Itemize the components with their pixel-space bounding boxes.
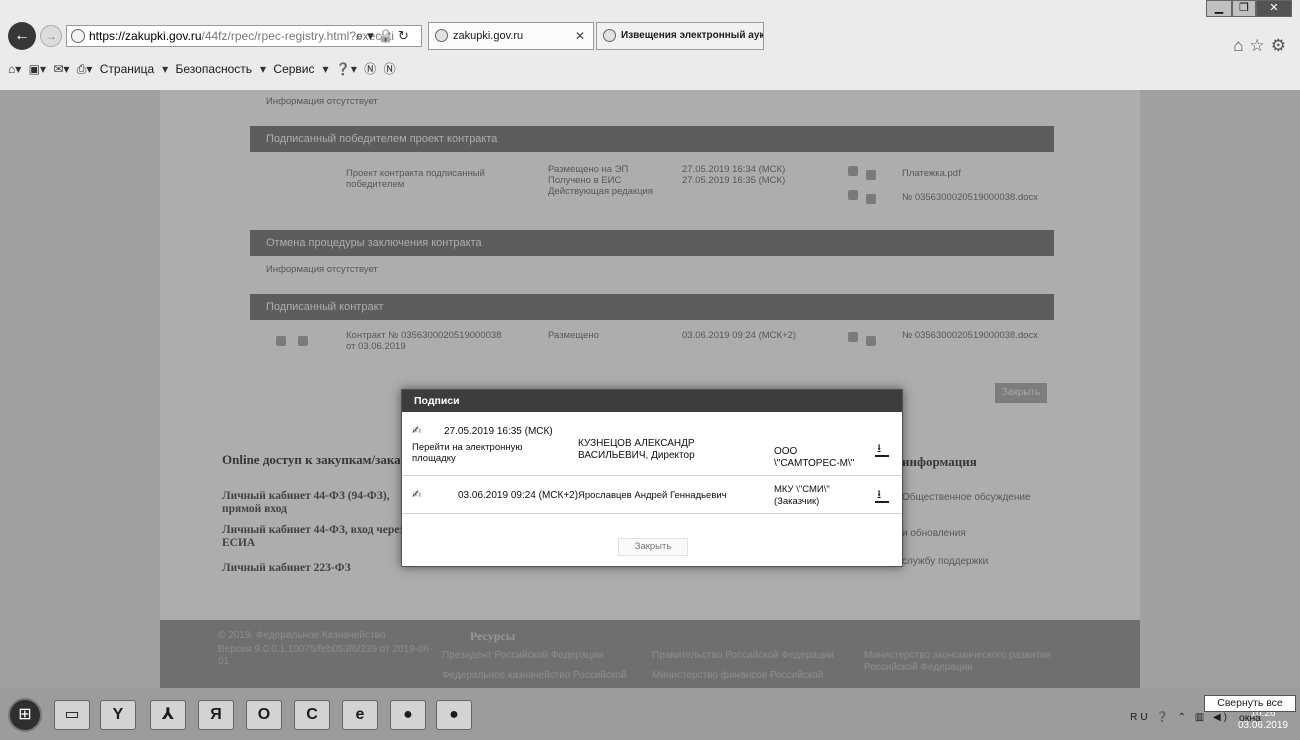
signatures-modal: Подписи ✍ 27.05.2019 16:35 (МСК) Перейти…: [401, 389, 903, 567]
network-icon[interactable]: ▥: [1195, 712, 1207, 723]
signature-row: ✍ 27.05.2019 16:35 (МСК) Перейти на элек…: [402, 412, 902, 476]
volume-icon[interactable]: ◀): [1213, 712, 1230, 723]
chevron-down-icon: ▾: [260, 62, 267, 76]
menu-security[interactable]: Безопасность: [176, 56, 253, 82]
tab-notices[interactable]: Извещения электронный аукцион: [596, 22, 764, 50]
signature-row: ✍ 03.06.2019 09:24 (МСК+2) Ярославцев Ан…: [402, 476, 902, 514]
home-icon[interactable]: ⌂▾: [8, 56, 21, 82]
window-controls: ▁ ❐ ✕: [1206, 0, 1294, 20]
system-tray: RU ❓ ⌃ ▥ ◀): [1130, 712, 1230, 723]
marketplace-link[interactable]: Перейти на электронную площадку: [412, 442, 532, 464]
minimize-button[interactable]: ▁: [1206, 0, 1232, 17]
tab-label: zakupki.gov.ru: [453, 30, 524, 42]
modal-title: Подписи: [402, 390, 902, 412]
chevron-down-icon: ▾: [322, 62, 329, 76]
back-button[interactable]: ←: [8, 22, 36, 50]
internet-explorer-icon[interactable]: e: [342, 700, 378, 730]
search-icon[interactable]: ⌕: [356, 28, 367, 43]
language-indicator[interactable]: RU: [1130, 712, 1150, 723]
app-icon[interactable]: ●: [390, 700, 426, 730]
signature-datetime: 27.05.2019 16:35 (МСК): [444, 426, 553, 437]
signer-name: Ярославцев Андрей Геннадьевич: [578, 490, 727, 501]
app-icon[interactable]: C: [294, 700, 330, 730]
app-icon[interactable]: ●: [436, 700, 472, 730]
browser-right-icons: ⌂☆⚙: [1233, 36, 1292, 56]
tab-favicon-icon: [603, 29, 616, 42]
signer-org: МКУ \"СМИ\" (Заказчик): [774, 484, 830, 507]
menu-page[interactable]: Страница: [100, 56, 154, 82]
explorer-icon[interactable]: ▭: [54, 700, 90, 730]
url-host: https://zakupki.gov.ru: [89, 29, 202, 43]
onenote-icon[interactable]: Ⓝ: [364, 56, 376, 82]
site-favicon-icon: [71, 29, 85, 43]
signature-datetime: 03.06.2019 09:24 (МСК+2): [458, 490, 579, 501]
browser-chrome: ← → https://zakupki.gov.ru/44fz/rpec/rpe…: [0, 0, 1300, 90]
rss-icon[interactable]: ▣▾: [29, 56, 46, 82]
tab-favicon-icon: [435, 29, 448, 42]
maximize-button[interactable]: ❐: [1232, 0, 1256, 17]
title-bar: ← → https://zakupki.gov.ru/44fz/rpec/rpe…: [0, 18, 1300, 52]
download-icon[interactable]: ⭳: [875, 442, 889, 458]
acrobat-icon[interactable]: ⅄: [150, 700, 186, 730]
yandex-browser-icon[interactable]: Y: [100, 700, 136, 730]
onenote-send-icon[interactable]: Ⓝ: [384, 56, 396, 82]
forward-button[interactable]: →: [40, 25, 62, 47]
mail-icon[interactable]: ✉▾: [53, 56, 69, 82]
refresh-icon[interactable]: ↻: [398, 28, 413, 43]
chevron-down-icon: ▾: [162, 62, 169, 76]
help-icon[interactable]: ❓: [1156, 712, 1171, 723]
start-button[interactable]: ⊞: [8, 698, 42, 732]
home-icon[interactable]: ⌂: [1233, 36, 1249, 55]
dropdown-icon[interactable]: ▾: [367, 28, 378, 43]
command-bar: ⌂▾ ▣▾ ✉▾ ⎙▾ Страница ▾ Безопасность ▾ Серв…: [0, 56, 1300, 82]
yandex-icon[interactable]: Я: [198, 700, 234, 730]
signer-org: ООО \"САМТОРЕС-М\": [774, 446, 855, 469]
lock-icon[interactable]: 🔒: [378, 28, 398, 43]
tab-zakupki[interactable]: zakupki.gov.ru ✕: [428, 22, 594, 50]
menu-service[interactable]: Сервис: [273, 56, 314, 82]
print-icon[interactable]: ⎙▾: [77, 56, 93, 82]
windows-taskbar: ⊞ ▭ Y ⅄ Я O C e ● ● RU ❓ ⌃ ▥ ◀) 10:26 03…: [0, 688, 1300, 740]
download-icon[interactable]: ⭳: [875, 488, 889, 504]
favorites-star-icon[interactable]: ☆: [1250, 36, 1271, 55]
settings-gear-icon[interactable]: ⚙: [1271, 36, 1292, 55]
outlook-icon[interactable]: O: [246, 700, 282, 730]
show-desktop-tooltip: Свернуть все окна: [1204, 695, 1296, 724]
signature-check-icon: ✍: [412, 489, 422, 501]
chevron-up-icon[interactable]: ⌃: [1178, 712, 1189, 723]
tab-label: Извещения электронный аукцион: [621, 30, 764, 41]
tab-close-icon[interactable]: ✕: [575, 23, 585, 49]
address-bar-icons: ⌕▾🔒↻: [356, 28, 413, 44]
help-icon[interactable]: ❓▾: [336, 56, 357, 82]
signer-name: КУЗНЕЦОВ АЛЕКСАНДР ВАСИЛЬЕВИЧ, Директор: [578, 438, 695, 461]
close-button[interactable]: Закрыть: [618, 538, 688, 556]
signature-check-icon: ✍: [412, 425, 422, 437]
close-window-button[interactable]: ✕: [1256, 0, 1292, 17]
